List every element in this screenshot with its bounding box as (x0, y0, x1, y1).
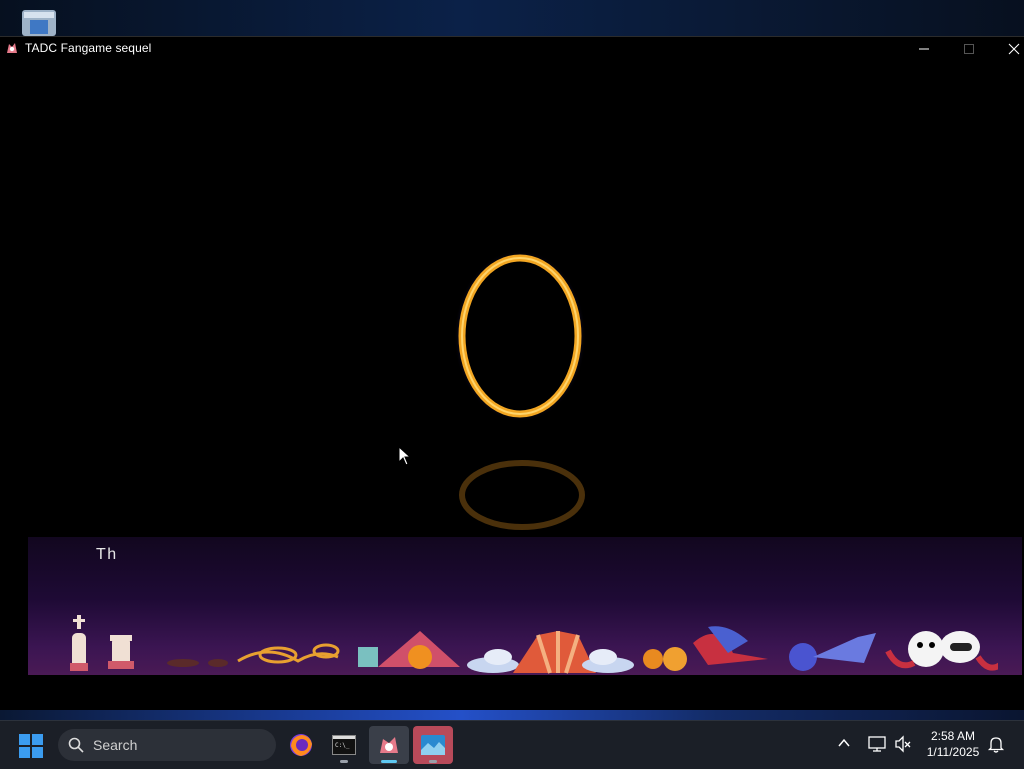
game-app-icon (7, 43, 17, 53)
dialogue-text: Th (96, 546, 118, 563)
title-bar[interactable]: TADC Fangame sequel (0, 37, 1024, 60)
notification-bell-icon[interactable] (987, 735, 1005, 753)
taskbar-image-app[interactable] (413, 726, 453, 764)
maximize-button[interactable] (946, 37, 992, 60)
clock-time: 2:58 AM (930, 729, 976, 743)
golden-ring-portal[interactable] (453, 249, 587, 423)
taskbar-terminal[interactable]: C:\_ (324, 726, 364, 764)
terminal-icon: C:\_ (332, 735, 356, 755)
focused-indicator (381, 760, 397, 763)
system-clock[interactable]: 2:58 AM 1/11/2025 (918, 728, 988, 760)
taskbar: Search C:\_ 2:58 AM 1/11/2025 (0, 720, 1024, 769)
search-label: Search (93, 737, 138, 753)
mouse-cursor-icon (398, 446, 412, 466)
firefox-icon (290, 734, 312, 756)
chess-rook-icon (108, 635, 134, 669)
running-indicator (429, 760, 437, 763)
game-window: TADC Fangame sequel Th (0, 36, 1024, 711)
taskbar-firefox[interactable] (281, 726, 321, 764)
minimize-icon (919, 48, 929, 49)
wallpaper-strip (0, 710, 1024, 720)
chevron-up-icon[interactable] (836, 735, 852, 751)
portal-reflection (459, 460, 585, 530)
close-icon (1008, 43, 1020, 54)
taskbar-game[interactable] (369, 726, 409, 764)
network-icon[interactable] (867, 734, 887, 754)
maximize-icon (964, 43, 974, 54)
window-title: TADC Fangame sequel (25, 41, 152, 55)
svg-text:C:\_: C:\_ (335, 742, 350, 749)
game-icon (380, 737, 398, 753)
golden-chain-icon (237, 643, 340, 664)
desktop-background (0, 0, 1024, 38)
volume-muted-icon[interactable] (893, 734, 913, 754)
circus-props-border (70, 615, 998, 674)
minimize-button[interactable] (901, 37, 947, 60)
recycle-bin-icon[interactable] (20, 8, 58, 36)
running-indicator (340, 760, 348, 763)
taskbar-search-box[interactable]: Search (58, 729, 276, 761)
clock-date: 1/11/2025 (926, 745, 980, 759)
close-button[interactable] (991, 37, 1024, 60)
game-canvas[interactable]: Th (0, 60, 1024, 711)
search-icon (68, 737, 84, 753)
windows-start-icon[interactable] (18, 733, 44, 759)
dialogue-box[interactable]: Th (28, 537, 1022, 675)
image-app-icon (421, 735, 445, 755)
chess-king-icon (70, 615, 88, 671)
